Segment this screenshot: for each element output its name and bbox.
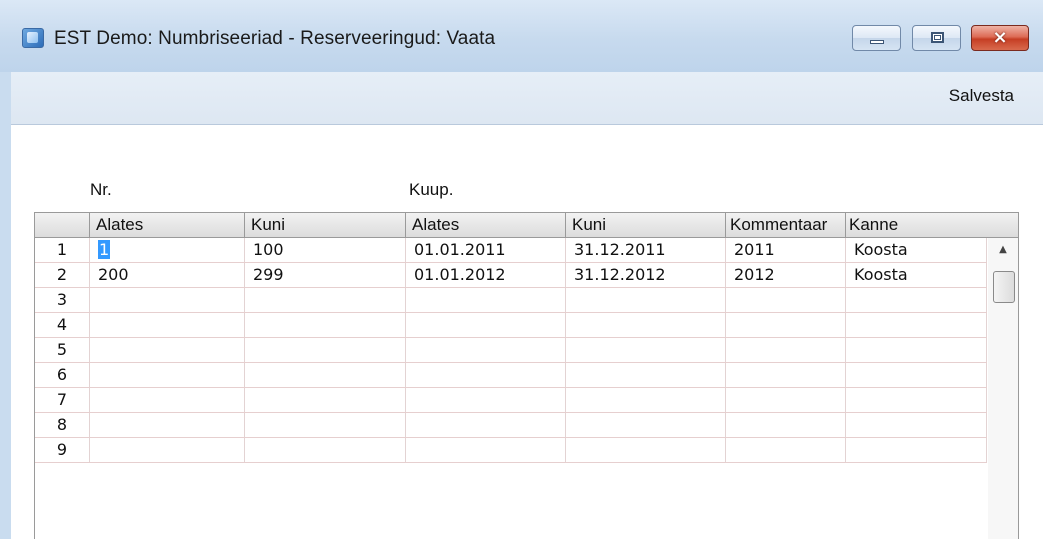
table-row[interactable]: 8 bbox=[35, 413, 987, 438]
header-nr-to[interactable]: Kuni bbox=[245, 213, 406, 237]
row-number: 7 bbox=[35, 388, 90, 412]
cell-comment[interactable]: 2012 bbox=[726, 263, 846, 287]
cell-date-from[interactable] bbox=[406, 338, 566, 362]
scroll-thumb[interactable] bbox=[993, 271, 1015, 303]
cell-entry[interactable] bbox=[846, 438, 987, 462]
row-number: 8 bbox=[35, 413, 90, 437]
cell-comment[interactable] bbox=[726, 413, 846, 437]
date-group-label: Kuup. bbox=[409, 180, 454, 199]
row-number: 2 bbox=[35, 263, 90, 287]
header-nr-from[interactable]: Alates bbox=[90, 213, 245, 237]
cell-date-from[interactable]: 01.01.2011 bbox=[406, 238, 566, 262]
table-row[interactable]: 4 bbox=[35, 313, 987, 338]
cell-date-to[interactable] bbox=[566, 363, 726, 387]
row-number: 1 bbox=[35, 238, 90, 262]
table-row[interactable]: 6 bbox=[35, 363, 987, 388]
cell-comment[interactable] bbox=[726, 363, 846, 387]
cell-nr-from[interactable] bbox=[90, 438, 245, 462]
cell-nr-to[interactable] bbox=[245, 438, 406, 462]
maximize-button[interactable] bbox=[912, 25, 961, 51]
minimize-button[interactable] bbox=[852, 25, 901, 51]
table-row[interactable]: 2 200 299 01.01.2012 31.12.2012 2012 Koosta bbox=[35, 263, 987, 288]
cell-entry[interactable] bbox=[846, 363, 987, 387]
cell-date-to[interactable]: 31.12.2011 bbox=[566, 238, 726, 262]
cell-nr-to[interactable] bbox=[245, 338, 406, 362]
cell-entry[interactable] bbox=[846, 413, 987, 437]
table-row[interactable]: 3 bbox=[35, 288, 987, 313]
window-client: Salvesta Nr. Kuup. Alates Kuni Alates Ku… bbox=[11, 72, 1043, 539]
close-button[interactable]: × bbox=[971, 25, 1029, 51]
cell-nr-to[interactable]: 299 bbox=[245, 263, 406, 287]
row-number: 6 bbox=[35, 363, 90, 387]
cell-comment[interactable] bbox=[726, 288, 846, 312]
cell-date-from[interactable] bbox=[406, 288, 566, 312]
cell-nr-from[interactable] bbox=[90, 338, 245, 362]
cell-nr-to[interactable] bbox=[245, 388, 406, 412]
cell-date-to[interactable] bbox=[566, 388, 726, 412]
cell-date-from[interactable] bbox=[406, 413, 566, 437]
save-button[interactable]: Salvesta bbox=[949, 86, 1014, 106]
row-number: 4 bbox=[35, 313, 90, 337]
cell-entry[interactable] bbox=[846, 388, 987, 412]
cell-nr-to[interactable]: 100 bbox=[245, 238, 406, 262]
maximize-icon bbox=[931, 32, 944, 43]
cell-date-from[interactable] bbox=[406, 388, 566, 412]
number-group-label: Nr. bbox=[90, 180, 112, 199]
cell-date-to[interactable] bbox=[566, 438, 726, 462]
cell-nr-to[interactable] bbox=[245, 288, 406, 312]
table-row[interactable]: 1 1 100 01.01.2011 31.12.2011 2011 Koosta bbox=[35, 238, 987, 263]
cell-date-to[interactable] bbox=[566, 288, 726, 312]
cell-entry[interactable] bbox=[846, 313, 987, 337]
title-bar: EST Demo: Numbriseeriad - Reserveeringud… bbox=[0, 0, 1043, 72]
table-row[interactable]: 7 bbox=[35, 388, 987, 413]
cell-date-from[interactable] bbox=[406, 313, 566, 337]
cell-nr-from[interactable]: 200 bbox=[90, 263, 245, 287]
selected-cell-text[interactable]: 1 bbox=[98, 240, 111, 259]
row-number: 5 bbox=[35, 338, 90, 362]
grid-header: Alates Kuni Alates Kuni Kommentaar Kanne bbox=[35, 213, 1018, 238]
header-date-from[interactable]: Alates bbox=[406, 213, 566, 237]
cell-date-to[interactable]: 31.12.2012 bbox=[566, 263, 726, 287]
app-icon[interactable] bbox=[22, 28, 44, 48]
toolbar: Salvesta bbox=[11, 72, 1043, 125]
cell-entry[interactable] bbox=[846, 338, 987, 362]
cell-entry[interactable]: Koosta bbox=[846, 263, 987, 287]
cell-date-to[interactable] bbox=[566, 413, 726, 437]
cell-nr-from[interactable] bbox=[90, 413, 245, 437]
cell-entry[interactable]: Koosta bbox=[846, 238, 987, 262]
cell-nr-from[interactable]: 1 bbox=[90, 238, 245, 262]
cell-nr-from[interactable] bbox=[90, 388, 245, 412]
header-row-number bbox=[35, 213, 90, 237]
cell-nr-to[interactable] bbox=[245, 313, 406, 337]
table-row[interactable]: 5 bbox=[35, 338, 987, 363]
cell-entry[interactable] bbox=[846, 288, 987, 312]
cell-date-from[interactable] bbox=[406, 363, 566, 387]
reservations-grid[interactable]: Alates Kuni Alates Kuni Kommentaar Kanne… bbox=[34, 212, 1019, 539]
header-entry[interactable]: Kanne bbox=[846, 213, 1018, 237]
cell-comment[interactable] bbox=[726, 338, 846, 362]
cell-date-to[interactable] bbox=[566, 313, 726, 337]
cell-comment[interactable]: 2011 bbox=[726, 238, 846, 262]
cell-date-to[interactable] bbox=[566, 338, 726, 362]
vertical-scrollbar[interactable]: ▲ bbox=[988, 238, 1018, 539]
scroll-up-arrow-icon[interactable]: ▲ bbox=[988, 238, 1018, 262]
cell-nr-from[interactable] bbox=[90, 363, 245, 387]
cell-nr-to[interactable] bbox=[245, 413, 406, 437]
window-title: EST Demo: Numbriseeriad - Reserveeringud… bbox=[54, 28, 496, 49]
cell-nr-from[interactable] bbox=[90, 313, 245, 337]
header-comment[interactable]: Kommentaar bbox=[726, 213, 846, 237]
table-row[interactable]: 9 bbox=[35, 438, 987, 463]
row-number: 3 bbox=[35, 288, 90, 312]
row-number: 9 bbox=[35, 438, 90, 462]
cell-nr-to[interactable] bbox=[245, 363, 406, 387]
cell-comment[interactable] bbox=[726, 388, 846, 412]
minimize-icon bbox=[870, 40, 884, 44]
cell-comment[interactable] bbox=[726, 438, 846, 462]
header-date-to[interactable]: Kuni bbox=[566, 213, 726, 237]
cell-date-from[interactable]: 01.01.2012 bbox=[406, 263, 566, 287]
cell-date-from[interactable] bbox=[406, 438, 566, 462]
cell-comment[interactable] bbox=[726, 313, 846, 337]
cell-nr-from[interactable] bbox=[90, 288, 245, 312]
close-icon: × bbox=[992, 27, 1008, 48]
